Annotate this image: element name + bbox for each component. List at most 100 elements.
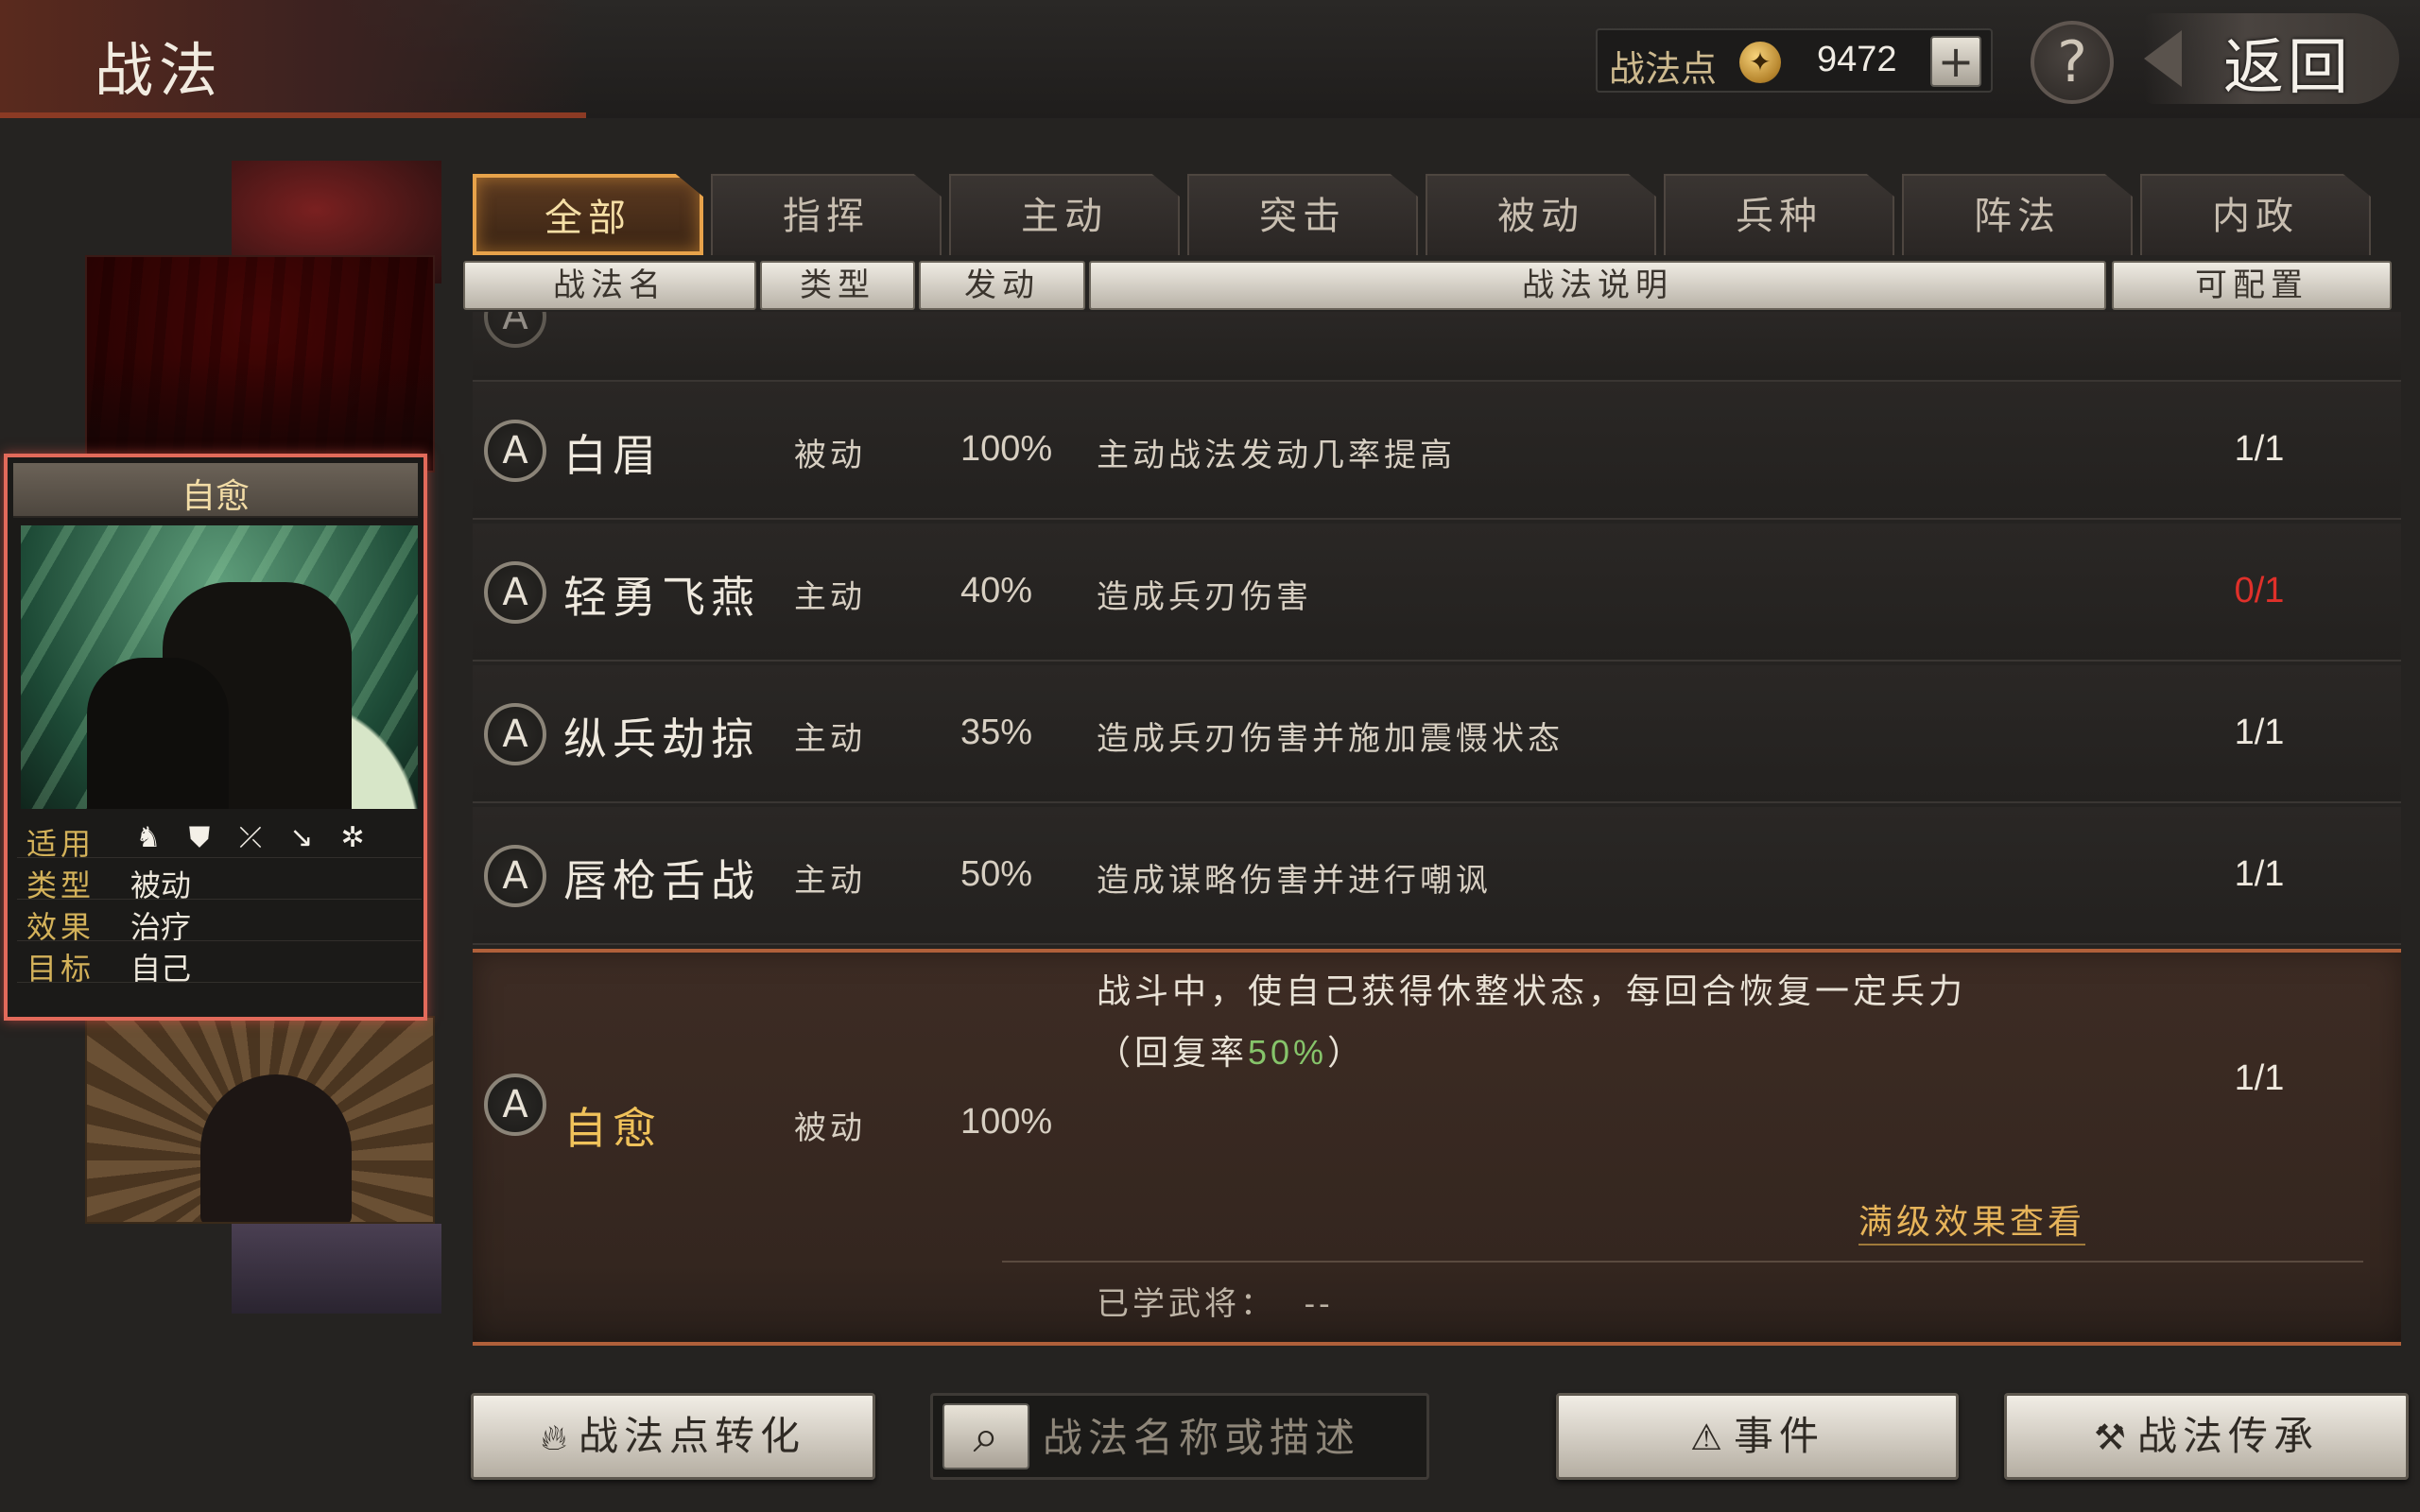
tactic-art-thumbnail-above[interactable] bbox=[85, 255, 435, 472]
tactics-list[interactable]: A A 白眉 被动 100% 主动战法发动几率提高 1/1 A 轻勇飞燕 主动 … bbox=[473, 312, 2401, 1351]
tab-troop[interactable]: 兵种 bbox=[1664, 174, 1894, 255]
table-row-partial[interactable]: A bbox=[473, 312, 2401, 382]
grade-badge: A bbox=[484, 703, 546, 765]
search-input[interactable] bbox=[1043, 1407, 1421, 1468]
tactic-description: 造成谋略伤害并进行嘲讽 bbox=[1097, 862, 1492, 900]
table-row[interactable]: A 白眉 被动 100% 主动战法发动几率提高 1/1 bbox=[473, 382, 2401, 520]
tab-assault[interactable]: 突击 bbox=[1187, 174, 1418, 255]
tactic-type: 主动 bbox=[794, 578, 866, 616]
divider bbox=[1002, 1261, 2363, 1263]
learned-generals-label: 已学武将： bbox=[1097, 1285, 1276, 1323]
tactic-point-coin-icon: ✦ bbox=[1739, 42, 1781, 83]
tactic-type: 主动 bbox=[794, 862, 866, 900]
back-arrow-icon bbox=[2144, 30, 2182, 87]
tactic-name: 白眉 bbox=[563, 430, 662, 481]
recovery-rate-value: 50% bbox=[1248, 1033, 1328, 1072]
alert-icon: ⚠ bbox=[1689, 1417, 1729, 1458]
full-level-effect-link[interactable]: 满级效果查看 bbox=[1858, 1194, 2086, 1246]
grade-badge: A bbox=[484, 845, 546, 907]
tactic-description: 造成兵刃伤害并施加震慑状态 bbox=[1097, 720, 1564, 758]
tactic-points-label: 战法点 bbox=[1609, 48, 1718, 90]
learned-generals: 已学武将： -- bbox=[1097, 1278, 1334, 1324]
tactic-config-count: 1/1 bbox=[2234, 713, 2285, 752]
tab-internal[interactable]: 内政 bbox=[2140, 174, 2371, 255]
page-title: 战法 bbox=[95, 36, 224, 105]
column-header-rate[interactable]: 发动 bbox=[919, 261, 1085, 310]
tactic-inheritance-button[interactable]: ⚒ 战法传承 bbox=[2004, 1393, 2409, 1480]
back-label: 返回 bbox=[2223, 33, 2352, 103]
tactic-config-count: 1/1 bbox=[2234, 1058, 2285, 1098]
card-title: 自愈 bbox=[181, 477, 250, 516]
table-row[interactable]: A 纵兵劫掠 主动 35% 造成兵刃伤害并施加震慑状态 1/1 bbox=[473, 665, 2401, 803]
target-value: 自己 bbox=[130, 951, 192, 987]
column-header-configurable[interactable]: 可配置 bbox=[2112, 261, 2392, 310]
card-artwork bbox=[21, 525, 418, 809]
grade-badge: A bbox=[484, 312, 546, 348]
unit-type-icons: ♞ ⛊ ⤫ ↘ ✲ bbox=[129, 820, 372, 856]
tactic-type: 被动 bbox=[794, 437, 866, 474]
flame-icon: 🔥︎ bbox=[541, 1417, 573, 1458]
table-row-expanded[interactable]: 战斗中，使自己获得休整状态，每回合恢复一定兵力 （回复率50%） A 自愈 被动… bbox=[473, 949, 2401, 1346]
soldier-silhouette bbox=[87, 658, 229, 809]
bow-icon: ⤫ bbox=[239, 821, 262, 854]
events-label: 事件 bbox=[1734, 1413, 1825, 1459]
tactic-art-thumbnail-next[interactable] bbox=[232, 1224, 441, 1314]
search-box: ⌕ bbox=[930, 1393, 1429, 1480]
grade-badge: A bbox=[484, 1074, 546, 1136]
events-button[interactable]: ⚠ 事件 bbox=[1556, 1393, 1959, 1480]
tab-passive[interactable]: 被动 bbox=[1426, 174, 1656, 255]
card-title-bar: 自愈 bbox=[13, 463, 418, 518]
column-header-name[interactable]: 战法名 bbox=[463, 261, 756, 310]
learned-generals-value: -- bbox=[1304, 1285, 1334, 1323]
tactic-rate: 100% bbox=[960, 429, 1053, 469]
tactic-rate: 40% bbox=[960, 571, 1033, 610]
expanded-description-line1: 战斗中，使自己获得休整状态，每回合恢复一定兵力 bbox=[1097, 972, 1967, 1011]
expanded-description: 战斗中，使自己获得休整状态，每回合恢复一定兵力 （回复率50%） bbox=[1097, 962, 2174, 1084]
grade-badge: A bbox=[484, 561, 546, 624]
card-stats: 适用 ♞ ⛊ ⤫ ↘ ✲ 类型 被动 效果 治疗 目标 自己 bbox=[17, 816, 422, 987]
tactic-description: 主动战法发动几率提高 bbox=[1097, 437, 1456, 474]
tactic-config-count: 1/1 bbox=[2234, 854, 2285, 894]
recovery-rate-suffix: ） bbox=[1327, 1034, 1366, 1073]
tab-command[interactable]: 指挥 bbox=[711, 174, 942, 255]
add-points-button[interactable]: + bbox=[1930, 36, 1981, 87]
back-button[interactable]: 返回 bbox=[2144, 13, 2399, 104]
tab-formation[interactable]: 阵法 bbox=[1902, 174, 2133, 255]
shield-icon: ⛊ bbox=[188, 821, 211, 854]
grade-badge: A bbox=[484, 420, 546, 482]
selected-tactic-card: 自愈 适用 ♞ ⛊ ⤫ ↘ ✲ 类型 被动 效果 治疗 目标 自己 bbox=[4, 454, 427, 1021]
tactic-name: 轻勇飞燕 bbox=[563, 572, 760, 623]
tactic-name bbox=[563, 323, 583, 374]
search-icon[interactable]: ⌕ bbox=[942, 1403, 1029, 1469]
cavalry-icon: ♞ bbox=[135, 821, 162, 854]
tactic-points-value: 9472 bbox=[1817, 40, 1897, 79]
stat-row-type: 类型 被动 bbox=[17, 858, 422, 903]
tab-all[interactable]: 全部 bbox=[473, 174, 703, 255]
tactic-art-thumbnail-below[interactable] bbox=[85, 1016, 435, 1224]
tactic-description: 造成兵刃伤害 bbox=[1097, 578, 1312, 616]
convert-points-button[interactable]: 🔥︎ 战法点转化 bbox=[471, 1393, 875, 1480]
stat-row-applies: 适用 ♞ ⛊ ⤫ ↘ ✲ bbox=[17, 816, 422, 862]
tab-active[interactable]: 主动 bbox=[949, 174, 1180, 255]
title-banner bbox=[0, 0, 586, 118]
tactic-points-display: 战法点 ✦ 9472 + bbox=[1596, 28, 1993, 93]
stat-row-target: 目标 自己 bbox=[17, 941, 422, 987]
tactic-type: 被动 bbox=[794, 1109, 866, 1147]
column-header-description: 战法说明 bbox=[1089, 261, 2106, 310]
column-header-type[interactable]: 类型 bbox=[760, 261, 915, 310]
top-bar: 战法 战法点 ✦ 9472 + ? 返回 bbox=[0, 0, 2420, 118]
table-row[interactable]: A 唇枪舌战 主动 50% 造成谋略伤害并进行嘲讽 1/1 bbox=[473, 807, 2401, 945]
expanded-description-line2: （回复率50%） bbox=[1097, 1022, 2174, 1084]
tactic-name: 自愈 bbox=[563, 1103, 662, 1154]
recovery-rate-prefix: （回复率 bbox=[1097, 1034, 1249, 1073]
tactic-config-count: 1/1 bbox=[2234, 429, 2285, 469]
help-button[interactable]: ? bbox=[2031, 21, 2114, 104]
convert-points-label: 战法点转化 bbox=[578, 1413, 805, 1459]
tactic-config-count: 0/1 bbox=[2234, 571, 2285, 610]
target-label: 目标 bbox=[26, 951, 95, 987]
tactic-rate: 35% bbox=[960, 713, 1033, 752]
tactic-rate: 50% bbox=[960, 854, 1033, 894]
table-row[interactable]: A 轻勇飞燕 主动 40% 造成兵刃伤害 0/1 bbox=[473, 524, 2401, 662]
hammer-icon: ⚒ bbox=[2093, 1417, 2133, 1458]
wheel-icon: ✲ bbox=[340, 821, 365, 854]
